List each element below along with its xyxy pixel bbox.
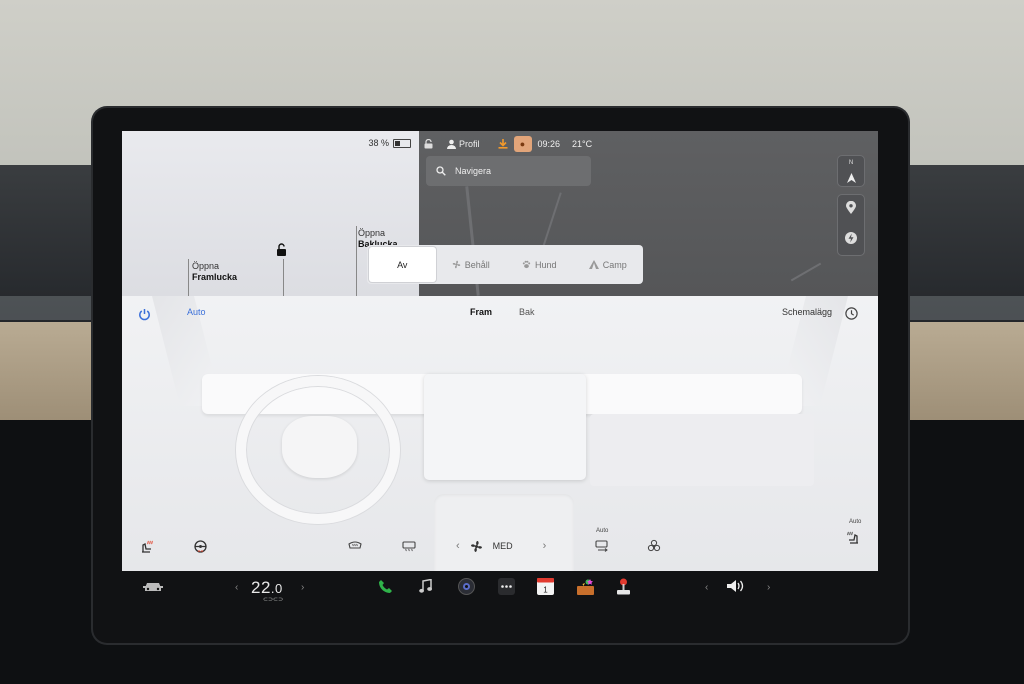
windshield-defrost-icon[interactable] <box>348 535 362 557</box>
climate-keeper-selector: Av Behåll Hund Camp <box>367 245 643 284</box>
cabin-illustration <box>122 296 878 571</box>
keeper-option-label: Av <box>397 259 408 270</box>
temp-decrease-icon[interactable]: ‹ <box>235 582 238 593</box>
touchscreen: 38 % Öppna Framlucka Öppna Baklucka Prof… <box>122 131 878 571</box>
speaker-icon[interactable] <box>726 575 744 597</box>
clock-icon[interactable] <box>845 307 858 325</box>
frunk-name-label: Framlucka <box>192 272 238 282</box>
volume-decrease-icon[interactable]: ‹ <box>705 582 708 593</box>
tab-rear[interactable]: Bak <box>519 307 535 317</box>
charging-bolt-icon[interactable] <box>845 231 857 249</box>
keeper-option-keep[interactable]: Behåll <box>438 247 505 282</box>
center-console-shape <box>434 494 574 571</box>
battery-icon <box>393 138 411 148</box>
battery-fill <box>395 140 400 146</box>
status-bar: Profil ● 09:26 21°C <box>419 136 592 152</box>
climate-power-icon[interactable] <box>138 308 151 326</box>
keeper-option-camp[interactable]: Camp <box>575 247 642 282</box>
fan-decrease-icon[interactable]: ‹ <box>456 540 460 552</box>
airflow-mode-icon[interactable] <box>595 535 610 557</box>
phone-icon[interactable] <box>378 575 393 597</box>
profile-label: Profil <box>459 139 480 149</box>
clock-time: 09:26 <box>537 139 561 149</box>
volume-increase-icon[interactable]: › <box>767 582 770 593</box>
open-frunk-button[interactable]: Öppna Framlucka <box>192 261 237 283</box>
calendar-day: 1 <box>543 585 548 594</box>
tab-front[interactable]: Fram <box>470 307 492 317</box>
toybox-icon[interactable] <box>576 575 595 597</box>
joystick-icon[interactable] <box>616 575 631 597</box>
bottom-dock: ‹ 22.0 ⊂⊃⊂⊃ › 1 ‹ › <box>122 571 878 603</box>
cabin-temp-decimal: .0 <box>270 581 283 596</box>
wood-trim-left <box>0 322 100 422</box>
fan-increase-icon[interactable]: › <box>543 540 547 552</box>
sentry-mode-icon[interactable]: ● <box>513 136 532 152</box>
keeper-option-label: Camp <box>602 259 627 270</box>
frunk-guide-line <box>188 259 189 296</box>
keeper-option-dog[interactable]: Hund <box>506 247 573 282</box>
dots-icon[interactable] <box>498 575 515 597</box>
seat-heater-right-auto-label: Auto <box>849 519 862 525</box>
cabin-temperature[interactable]: 22.0 <box>251 578 283 598</box>
music-note-icon[interactable] <box>419 575 432 597</box>
wood-trim-right <box>905 322 1024 422</box>
battery-indicator: 38 % <box>368 138 411 148</box>
fan-level-label: MED <box>492 541 513 551</box>
climate-auto-button[interactable]: Auto <box>187 307 206 317</box>
glovebox-shape <box>590 414 814 486</box>
camera-icon[interactable] <box>458 575 475 597</box>
climate-panel: Auto Fram Bak Schemalägg ‹ MED › Auto Au… <box>122 296 878 571</box>
temp-increase-icon[interactable]: › <box>301 582 304 593</box>
schedule-button[interactable]: Schemalägg <box>782 307 832 317</box>
dashboard-shape <box>202 374 802 414</box>
navigate-placeholder: Navigera <box>455 166 492 176</box>
compass-button[interactable]: N <box>837 155 865 187</box>
tent-icon <box>588 260 599 269</box>
keeper-option-label: Behåll <box>464 259 490 270</box>
profile-button[interactable]: Profil <box>447 139 480 149</box>
airflow-auto-label: Auto <box>596 528 609 534</box>
paw-icon <box>522 260 531 269</box>
location-pin-icon[interactable] <box>846 200 856 219</box>
unlock-icon[interactable] <box>276 243 287 261</box>
center-screen-shape <box>424 374 586 480</box>
trunk-action-label: Öppna <box>358 228 386 238</box>
seat-heat-mini-icon: ⊂⊃⊂⊃ <box>263 597 284 603</box>
map-road <box>790 262 822 282</box>
download-icon[interactable] <box>498 139 508 149</box>
trunk-guide-line <box>356 226 357 296</box>
car-icon[interactable] <box>143 575 163 597</box>
search-icon <box>436 166 446 176</box>
keeper-option-off[interactable]: Av <box>369 247 436 282</box>
steering-heater-icon[interactable] <box>194 535 207 557</box>
navigate-search-input[interactable]: Navigera <box>426 156 591 186</box>
fan-icon <box>470 540 482 552</box>
bioweapon-defense-icon[interactable] <box>647 535 661 557</box>
calendar-icon[interactable]: 1 <box>537 575 554 597</box>
steering-wheel <box>236 376 400 524</box>
battery-percent: 38 % <box>368 138 389 148</box>
steering-wheel-hub <box>282 416 357 478</box>
lock-status-icon[interactable] <box>424 139 433 149</box>
center-guide-line <box>283 259 284 296</box>
seat-heater-left-icon[interactable] <box>140 535 154 557</box>
outside-temperature: 21°C <box>572 139 593 149</box>
map-controls <box>837 194 865 256</box>
fan-icon <box>452 260 461 269</box>
compass-north-letter: N <box>848 159 854 166</box>
fan-speed-control: ‹ MED › <box>456 535 546 557</box>
keeper-option-label: Hund <box>534 259 557 270</box>
frunk-action-label: Öppna <box>192 261 220 271</box>
seat-heater-right-icon[interactable] <box>846 526 860 548</box>
cabin-temp-whole: 22 <box>251 578 271 597</box>
compass-arrow-icon <box>846 172 856 183</box>
rear-defrost-icon[interactable] <box>402 535 416 557</box>
person-icon <box>447 139 456 149</box>
